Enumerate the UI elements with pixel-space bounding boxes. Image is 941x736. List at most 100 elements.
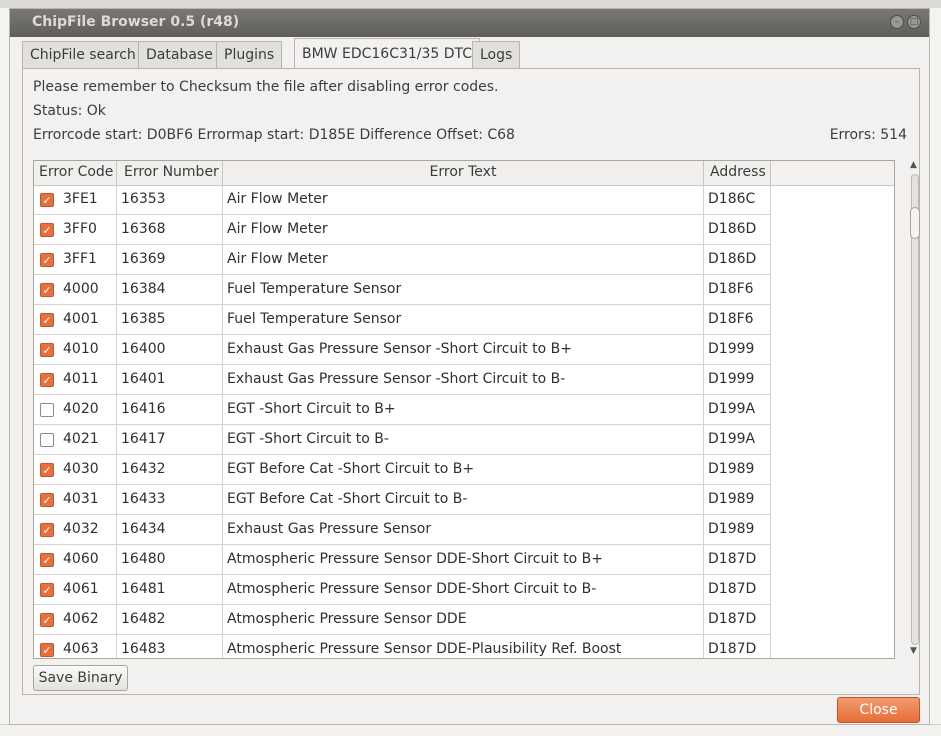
table-row[interactable]: ✓ 4000 16384 Fuel Temperature Sensor D18F6 <box>34 275 794 305</box>
error-code-text: 4062 <box>63 611 99 627</box>
cell-error-text: Atmospheric Pressure Sensor DDE-Short Ci… <box>223 545 704 575</box>
scroll-thumb[interactable] <box>910 207 920 239</box>
table-row[interactable]: ✓ 4061 16481 Atmospheric Pressure Sensor DD… <box>34 575 794 605</box>
dtc-panel: Please remember to Checksum the file aft… <box>22 68 920 695</box>
tab-bmw-edc16-dtc[interactable]: BMW EDC16C31/35 DTC <box>294 38 481 69</box>
disable-error-checkbox[interactable]: ✓ <box>40 343 54 357</box>
table-row[interactable]: ✓ 3FF0 16368 Air Flow Meter D186D <box>34 215 794 245</box>
table-row[interactable]: ✓ 4032 16434 Exhaust Gas Pressure Sensor D19… <box>34 515 794 545</box>
disable-error-checkbox[interactable]: ✓ <box>40 223 54 237</box>
cell-error-code: 4021 <box>34 425 117 455</box>
disable-error-checkbox[interactable]: ✓ <box>40 613 54 627</box>
error-code-text: 4030 <box>63 461 99 477</box>
disable-error-checkbox[interactable]: ✓ <box>40 463 54 477</box>
cell-error-code: ✓ 4001 <box>34 305 117 335</box>
cell-error-text: Exhaust Gas Pressure Sensor <box>223 515 704 545</box>
table-vertical-scrollbar[interactable]: ▲ ▼ <box>909 160 921 659</box>
cell-address: D18F6 <box>704 305 771 335</box>
scroll-up-icon[interactable]: ▲ <box>910 160 917 170</box>
chipfile-browser-window: ChipFile Browser 0.5 (r48) – □ ChipFile … <box>9 8 930 725</box>
cell-address: D1989 <box>704 515 771 545</box>
cell-error-text: Exhaust Gas Pressure Sensor -Short Circu… <box>223 365 704 395</box>
tab-plugins[interactable]: Plugins <box>216 41 283 68</box>
header-address[interactable]: Address <box>704 161 771 185</box>
background-app-bottom <box>0 724 941 736</box>
background-app-strip <box>0 0 941 8</box>
cell-error-number: 16368 <box>117 215 223 245</box>
cell-error-text: Exhaust Gas Pressure Sensor -Short Circu… <box>223 335 704 365</box>
cell-error-code: ✓ 4061 <box>34 575 117 605</box>
cell-error-number: 16401 <box>117 365 223 395</box>
disable-error-checkbox[interactable] <box>40 403 54 417</box>
disable-error-checkbox[interactable]: ✓ <box>40 553 54 567</box>
table-row[interactable]: ✓ 4010 16400 Exhaust Gas Pressure Sensor -S… <box>34 335 794 365</box>
maximize-icon[interactable]: □ <box>907 15 921 29</box>
cell-error-code: ✓ 3FE1 <box>34 185 117 215</box>
cell-error-text: Air Flow Meter <box>223 245 704 275</box>
cell-error-text: Fuel Temperature Sensor <box>223 305 704 335</box>
error-code-text: 4001 <box>63 311 99 327</box>
error-count: Errors: 514 <box>829 127 907 143</box>
disable-error-checkbox[interactable]: ✓ <box>40 493 54 507</box>
disable-error-checkbox[interactable]: ✓ <box>40 313 54 327</box>
disable-error-checkbox[interactable]: ✓ <box>40 373 54 387</box>
disable-error-checkbox[interactable]: ✓ <box>40 283 54 297</box>
table-row[interactable]: ✓ 4063 16483 Atmospheric Pressure Sensor DD… <box>34 635 794 658</box>
table-row[interactable]: ✓ 4062 16482 Atmospheric Pressure Sensor DD… <box>34 605 794 635</box>
table-row[interactable]: ✓ 4011 16401 Exhaust Gas Pressure Sensor -S… <box>34 365 794 395</box>
table-row[interactable]: ✓ 4001 16385 Fuel Temperature Sensor D18F6 <box>34 305 794 335</box>
scroll-down-icon[interactable]: ▼ <box>910 646 917 656</box>
error-code-text: 4011 <box>63 371 99 387</box>
error-code-text: 4060 <box>63 551 99 567</box>
status-text: Status: Ok <box>33 103 106 119</box>
disable-error-checkbox[interactable]: ✓ <box>40 583 54 597</box>
disable-error-checkbox[interactable]: ✓ <box>40 193 54 207</box>
error-code-text: 4032 <box>63 521 99 537</box>
titlebar[interactable]: ChipFile Browser 0.5 (r48) – □ <box>10 9 929 37</box>
cell-address: D199A <box>704 395 771 425</box>
cell-error-code: ✓ 3FF0 <box>34 215 117 245</box>
cell-error-number: 16482 <box>117 605 223 635</box>
disable-error-checkbox[interactable]: ✓ <box>40 643 54 657</box>
table-row[interactable]: 4021 16417 EGT -Short Circuit to B- D199A <box>34 425 794 455</box>
tab-logs[interactable]: Logs <box>472 41 521 68</box>
cell-address: D187D <box>704 545 771 575</box>
close-button[interactable]: Close <box>837 697 920 723</box>
table-row[interactable]: 4020 16416 EGT -Short Circuit to B+ D199A <box>34 395 794 425</box>
cell-error-code: ✓ 4032 <box>34 515 117 545</box>
save-binary-button[interactable]: Save Binary <box>33 665 128 691</box>
table-row[interactable]: ✓ 3FF1 16369 Air Flow Meter D186D <box>34 245 794 275</box>
tab-database[interactable]: Database <box>138 41 221 68</box>
cell-error-number: 16432 <box>117 455 223 485</box>
error-code-text: 4031 <box>63 491 99 507</box>
minimize-icon[interactable]: – <box>890 15 904 29</box>
cell-error-code: ✓ 4031 <box>34 485 117 515</box>
header-error-text[interactable]: Error Text <box>223 161 704 185</box>
cell-error-text: EGT -Short Circuit to B+ <box>223 395 704 425</box>
cell-address: D199A <box>704 425 771 455</box>
cell-error-text: EGT -Short Circuit to B- <box>223 425 704 455</box>
cell-error-code: ✓ 4063 <box>34 635 117 658</box>
error-code-text: 3FE1 <box>63 191 98 207</box>
cell-address: D186C <box>704 185 771 215</box>
cell-error-text: Air Flow Meter <box>223 185 704 215</box>
header-error-number[interactable]: Error Number <box>117 161 223 185</box>
table-row[interactable]: ✓ 4060 16480 Atmospheric Pressure Sensor DD… <box>34 545 794 575</box>
cell-error-text: Atmospheric Pressure Sensor DDE-Short Ci… <box>223 575 704 605</box>
table-row[interactable]: ✓ 4030 16432 EGT Before Cat -Short Circuit … <box>34 455 794 485</box>
cell-error-text: EGT Before Cat -Short Circuit to B+ <box>223 455 704 485</box>
tab-chipfile-search[interactable]: ChipFile search <box>22 41 144 68</box>
disable-error-checkbox[interactable]: ✓ <box>40 253 54 267</box>
disable-error-checkbox[interactable] <box>40 433 54 447</box>
cell-address: D187D <box>704 575 771 605</box>
scroll-track[interactable] <box>911 174 919 645</box>
disable-error-checkbox[interactable]: ✓ <box>40 523 54 537</box>
checksum-reminder: Please remember to Checksum the file aft… <box>33 79 499 95</box>
error-code-text: 4061 <box>63 581 99 597</box>
table-row[interactable]: ✓ 3FE1 16353 Air Flow Meter D186C <box>34 185 794 215</box>
cell-error-number: 16417 <box>117 425 223 455</box>
cell-address: D1989 <box>704 455 771 485</box>
header-error-code[interactable]: Error Code <box>34 161 117 185</box>
table-row[interactable]: ✓ 4031 16433 EGT Before Cat -Short Circuit … <box>34 485 794 515</box>
cell-error-code: ✓ 4000 <box>34 275 117 305</box>
